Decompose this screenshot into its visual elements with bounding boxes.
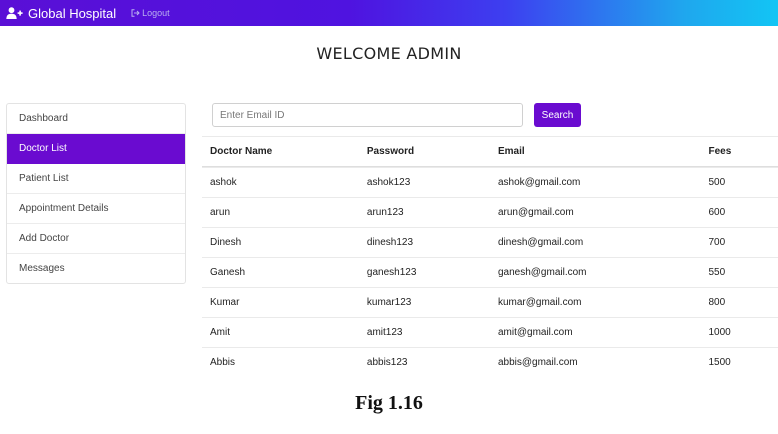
table-row: arun arun123 arun@gmail.com 600 xyxy=(202,197,778,227)
doctor-name-cell: Ganesh xyxy=(210,267,246,278)
sidebar-item-messages[interactable]: Messages xyxy=(7,254,185,283)
doctor-name-cell: Kumar xyxy=(210,297,240,308)
email-cell: arun@gmail.com xyxy=(497,207,574,218)
password-cell: kumar123 xyxy=(366,297,412,308)
table-row: ashok ashok123 ashok@gmail.com 500 xyxy=(202,167,778,197)
sidebar-item-dashboard[interactable]: Dashboard xyxy=(7,104,185,134)
table-row: Dinesh dinesh123 dinesh@gmail.com 700 xyxy=(202,227,778,257)
email-cell: dinesh@gmail.com xyxy=(497,237,584,248)
password-cell: arun123 xyxy=(366,207,404,218)
fees-cell: 700 xyxy=(708,237,726,248)
email-cell: ganesh@gmail.com xyxy=(497,267,587,278)
search-button[interactable]: Search xyxy=(534,103,581,127)
sign-out-icon xyxy=(131,9,140,17)
fees-cell: 500 xyxy=(708,177,726,188)
password-cell: ashok123 xyxy=(366,177,411,188)
doctor-table: Doctor Name Password Email Fees ashok as… xyxy=(202,136,778,377)
doctor-name-cell: ashok xyxy=(210,177,237,188)
password-cell: amit123 xyxy=(366,327,403,338)
table-header-row: Doctor Name Password Email Fees xyxy=(202,136,778,167)
table-row: Ganesh ganesh123 ganesh@gmail.com 550 xyxy=(202,257,778,287)
brand-name: Global Hospital xyxy=(28,5,117,21)
table-row: Amit amit123 amit@gmail.com 1000 xyxy=(202,317,778,347)
user-plus-icon xyxy=(6,7,23,19)
brand-link[interactable]: Global Hospital xyxy=(6,6,116,21)
sidebar-item-doctor-list[interactable]: Doctor List xyxy=(7,134,185,164)
sidebar-item-patient-list[interactable]: Patient List xyxy=(7,164,185,194)
column-header-email: Email xyxy=(497,146,525,157)
doctor-name-cell: Amit xyxy=(210,327,230,338)
column-header-doctor-name: Doctor Name xyxy=(210,146,273,157)
password-cell: abbis123 xyxy=(366,357,408,368)
logout-label: Logout xyxy=(142,8,170,18)
column-header-password: Password xyxy=(366,146,415,157)
sidebar-item-appointment-details[interactable]: Appointment Details xyxy=(7,194,185,224)
table-row: Abbis abbis123 abbis@gmail.com 1500 xyxy=(202,347,778,377)
sidebar-menu: Dashboard Doctor List Patient List Appoi… xyxy=(6,103,186,284)
email-cell: amit@gmail.com xyxy=(497,327,573,338)
fees-cell: 550 xyxy=(708,267,726,278)
password-cell: ganesh123 xyxy=(366,267,417,278)
page-title: WELCOME ADMIN xyxy=(316,44,462,63)
navbar: Global Hospital Logout xyxy=(0,0,778,26)
password-cell: dinesh123 xyxy=(366,237,414,248)
figure-caption: Fig 1.16 xyxy=(355,392,423,414)
email-cell: kumar@gmail.com xyxy=(497,297,582,308)
table-row: Kumar kumar123 kumar@gmail.com 800 xyxy=(202,287,778,317)
fees-cell: 1000 xyxy=(708,327,731,338)
doctor-name-cell: Dinesh xyxy=(210,237,242,248)
email-cell: abbis@gmail.com xyxy=(497,357,578,368)
email-cell: ashok@gmail.com xyxy=(497,177,581,188)
fees-cell: 600 xyxy=(708,207,726,218)
email-search-input[interactable] xyxy=(212,103,523,127)
column-header-fees: Fees xyxy=(708,146,732,157)
sidebar-item-add-doctor[interactable]: Add Doctor xyxy=(7,224,185,254)
fees-cell: 800 xyxy=(708,297,726,308)
doctor-name-cell: arun xyxy=(210,207,231,218)
fees-cell: 1500 xyxy=(708,357,731,368)
logout-link[interactable]: Logout xyxy=(131,8,170,18)
doctor-name-cell: Abbis xyxy=(210,357,236,368)
